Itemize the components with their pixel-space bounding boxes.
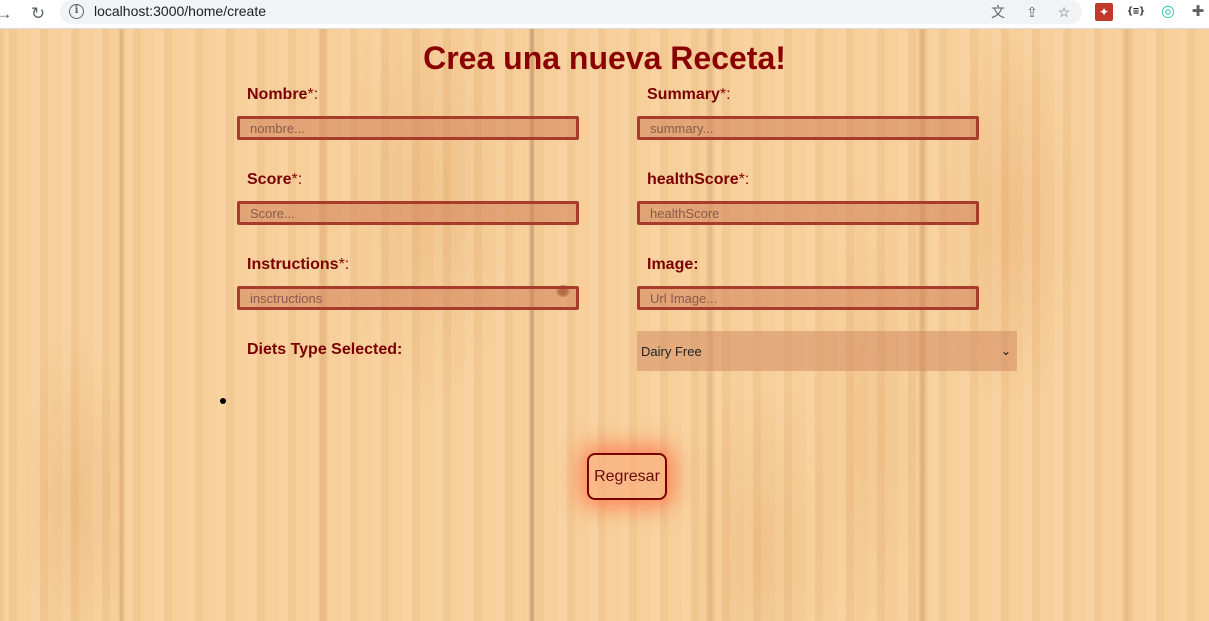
healthscore-label-text: healthScore: [647, 171, 739, 188]
url-text: localhost:3000/home/create: [94, 3, 266, 19]
puzzle-extensions-icon[interactable]: ✚: [1188, 2, 1208, 22]
color-extension-icon[interactable]: ◎: [1158, 2, 1178, 22]
nombre-label-text: Nombre: [247, 86, 308, 103]
diets-select[interactable]: Dairy Free ⌄: [637, 331, 1017, 371]
back-button[interactable]: Regresar: [587, 453, 667, 500]
translate-icon[interactable]: 文: [988, 2, 1008, 22]
info-icon[interactable]: i: [69, 4, 84, 19]
nombre-label: Nombre*:: [247, 86, 318, 104]
page-background: [0, 29, 1209, 621]
extension-red-icon[interactable]: ✦: [1095, 3, 1113, 21]
json-extension-icon[interactable]: {≡}: [1126, 2, 1146, 22]
summary-label: Summary*:: [647, 86, 731, 104]
reload-icon[interactable]: ↻: [26, 2, 50, 26]
page-title: Crea una nueva Receta!: [423, 40, 786, 76]
score-input[interactable]: [237, 201, 579, 225]
healthscore-input[interactable]: [637, 201, 979, 225]
image-label-text: Image:: [647, 256, 699, 273]
summary-input[interactable]: [637, 116, 979, 140]
share-icon[interactable]: ⇪: [1022, 2, 1042, 22]
bookmark-star-icon[interactable]: ☆: [1054, 2, 1074, 22]
browser-toolbar: → ↻ i localhost:3000/home/create 文 ⇪ ☆ ✦…: [0, 0, 1209, 29]
diets-selected-value: Dairy Free: [641, 343, 702, 359]
required-mark: *:: [307, 86, 319, 103]
healthscore-label: healthScore*:: [647, 171, 749, 189]
instructions-input[interactable]: [237, 286, 579, 310]
address-bar[interactable]: i localhost:3000/home/create 文 ⇪ ☆: [60, 0, 1082, 24]
image-url-input[interactable]: [637, 286, 979, 310]
summary-label-text: Summary: [647, 86, 720, 103]
required-mark: *:: [738, 171, 750, 188]
diet-list-bullet: [220, 398, 226, 404]
score-label: Score*:: [247, 171, 302, 189]
chevron-down-icon: ⌄: [1000, 344, 1011, 358]
instructions-label-text: Instructions: [247, 256, 339, 273]
required-mark: *:: [291, 171, 303, 188]
diets-label: Diets Type Selected:: [247, 341, 403, 358]
score-label-text: Score: [247, 171, 292, 188]
forward-arrow-icon[interactable]: →: [0, 2, 16, 26]
image-label: Image:: [647, 256, 699, 274]
nombre-input[interactable]: [237, 116, 579, 140]
required-mark: *:: [338, 256, 350, 273]
instructions-label: Instructions*:: [247, 256, 349, 274]
required-mark: *:: [719, 86, 731, 103]
